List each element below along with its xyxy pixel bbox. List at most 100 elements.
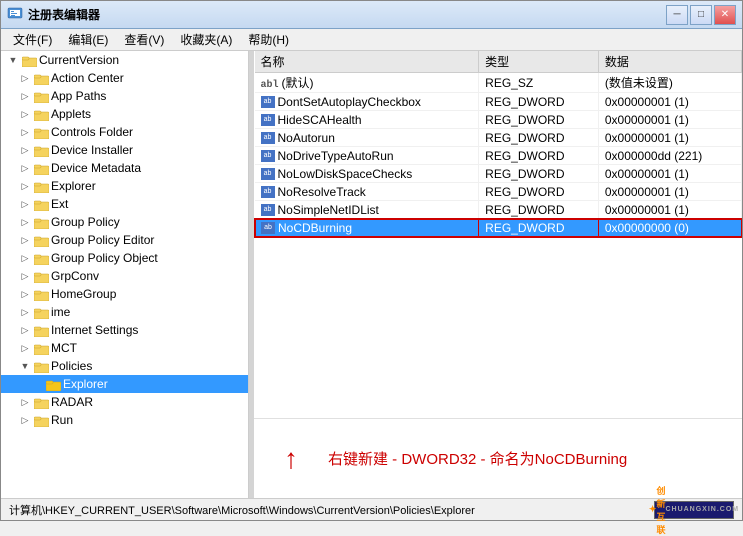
tree-item-grpconv[interactable]: ▷ GrpConv xyxy=(1,267,248,285)
tree-label: RADAR xyxy=(51,395,93,409)
title-bar: 注册表编辑器 ─ □ ✕ xyxy=(1,1,742,29)
folder-icon xyxy=(33,215,49,229)
row-data: (数值未设置) xyxy=(598,73,741,93)
window-controls: ─ □ ✕ xyxy=(666,5,736,25)
tree-label: Group Policy xyxy=(51,215,120,229)
expand-icon: ▷ xyxy=(17,178,33,194)
table-row[interactable]: abNoResolveTrack REG_DWORD 0x00000001 (1… xyxy=(255,183,742,201)
table-row[interactable]: abNoDriveTypeAutoRun REG_DWORD 0x000000d… xyxy=(255,147,742,165)
tree-item-ime[interactable]: ▷ ime xyxy=(1,303,248,321)
table-row[interactable]: abNoSimpleNetIDList REG_DWORD 0x00000001… xyxy=(255,201,742,219)
values-table: 名称 类型 数据 abl(默认) REG_SZ (数值未设置) xyxy=(254,51,742,237)
tree-label: Ext xyxy=(51,197,68,211)
table-row[interactable]: abHideSCAHealth REG_DWORD 0x00000001 (1) xyxy=(255,111,742,129)
tree-item-group-policy-object[interactable]: ▷ Group Policy Object xyxy=(1,249,248,267)
folder-icon xyxy=(33,107,49,121)
row-name: abNoCDBurning xyxy=(255,219,479,237)
row-name: abNoAutorun xyxy=(255,129,479,147)
table-row[interactable]: abNoLowDiskSpaceChecks REG_DWORD 0x00000… xyxy=(255,165,742,183)
row-data: 0x00000001 (1) xyxy=(598,129,741,147)
tree-label: Run xyxy=(51,413,73,427)
registry-table[interactable]: 名称 类型 数据 abl(默认) REG_SZ (数值未设置) xyxy=(254,51,742,418)
tree-item-device-metadata[interactable]: ▷ Device Metadata xyxy=(1,159,248,177)
folder-icon xyxy=(33,413,49,427)
menu-view[interactable]: 查看(V) xyxy=(116,29,172,50)
menu-help[interactable]: 帮助(H) xyxy=(240,29,297,50)
minimize-button[interactable]: ─ xyxy=(666,5,688,25)
main-content: ▼ CurrentVersion ▷ Acti xyxy=(1,51,742,498)
folder-icon xyxy=(33,197,49,211)
tree-label: Group Policy Object xyxy=(51,251,158,265)
tree-label: Device Metadata xyxy=(51,161,141,175)
row-data: 0x00000000 (0) xyxy=(598,219,741,237)
tree-item-explorer[interactable]: ▷ Explorer xyxy=(1,177,248,195)
folder-icon xyxy=(33,125,49,139)
expand-icon: ▷ xyxy=(17,394,33,410)
row-data: 0x00000001 (1) xyxy=(598,111,741,129)
menu-bar: 文件(F) 编辑(E) 查看(V) 收藏夹(A) 帮助(H) xyxy=(1,29,742,51)
row-type: REG_DWORD xyxy=(479,183,599,201)
annotation-text: 右键新建 - DWORD32 - 命名为NoCDBurning xyxy=(328,448,627,469)
tree-item-applets[interactable]: ▷ Applets xyxy=(1,105,248,123)
table-row[interactable]: abNoAutorun REG_DWORD 0x00000001 (1) xyxy=(255,129,742,147)
table-row[interactable]: abl(默认) REG_SZ (数值未设置) xyxy=(255,73,742,93)
expand-icon: ▷ xyxy=(17,106,33,122)
menu-edit[interactable]: 编辑(E) xyxy=(60,29,116,50)
row-data: 0x000000dd (221) xyxy=(598,147,741,165)
tree-item-run[interactable]: ▷ Run xyxy=(1,411,248,429)
row-type: REG_SZ xyxy=(479,73,599,93)
tree-item-policies[interactable]: ▼ Policies xyxy=(1,357,248,375)
tree-item-homegroup[interactable]: ▷ HomeGroup xyxy=(1,285,248,303)
row-data: 0x00000001 (1) xyxy=(598,165,741,183)
tree-item-current-version[interactable]: ▼ CurrentVersion xyxy=(1,51,248,69)
folder-icon xyxy=(33,233,49,247)
row-name: abl(默认) xyxy=(255,73,479,93)
menu-favorites[interactable]: 收藏夹(A) xyxy=(172,29,240,50)
table-row-selected[interactable]: abNoCDBurning REG_DWORD 0x00000000 (0) xyxy=(255,219,742,237)
right-panel: 名称 类型 数据 abl(默认) REG_SZ (数值未设置) xyxy=(254,51,742,498)
row-data: 0x00000001 (1) xyxy=(598,93,741,111)
tree-item-device-installer[interactable]: ▷ Device Installer xyxy=(1,141,248,159)
tree-label: Policies xyxy=(51,359,92,373)
tree-item-explorer-sub[interactable]: Explorer xyxy=(1,375,248,393)
maximize-button[interactable]: □ xyxy=(690,5,712,25)
folder-icon xyxy=(21,53,37,67)
tree-item-action-center[interactable]: ▷ Action Center xyxy=(1,69,248,87)
expand-icon: ▷ xyxy=(17,286,33,302)
expand-icon: ▷ xyxy=(17,70,33,86)
folder-icon xyxy=(33,89,49,103)
expand-icon: ▷ xyxy=(17,196,33,212)
row-name: abNoResolveTrack xyxy=(255,183,479,201)
expand-icon: ▷ xyxy=(17,322,33,338)
menu-file[interactable]: 文件(F) xyxy=(5,29,60,50)
tree-label: HomeGroup xyxy=(51,287,116,301)
tree-item-internet-settings[interactable]: ▷ Internet Settings xyxy=(1,321,248,339)
tree-item-mct[interactable]: ▷ MCT xyxy=(1,339,248,357)
tree-item-app-paths[interactable]: ▷ App Paths xyxy=(1,87,248,105)
tree-panel[interactable]: ▼ CurrentVersion ▷ Acti xyxy=(1,51,249,498)
row-type: REG_DWORD xyxy=(479,147,599,165)
expand-icon: ▷ xyxy=(17,412,33,428)
tree-item-radar[interactable]: ▷ RADAR xyxy=(1,393,248,411)
folder-icon xyxy=(33,179,49,193)
row-type: REG_DWORD xyxy=(479,165,599,183)
row-name: abNoSimpleNetIDList xyxy=(255,201,479,219)
row-name: abHideSCAHealth xyxy=(255,111,479,129)
annotation-area: ↑ 右键新建 - DWORD32 - 命名为NoCDBurning xyxy=(254,418,742,498)
table-row[interactable]: abDontSetAutoplayCheckbox REG_DWORD 0x00… xyxy=(255,93,742,111)
tree-label: App Paths xyxy=(51,89,106,103)
registry-editor-window: 注册表编辑器 ─ □ ✕ 文件(F) 编辑(E) 查看(V) 收藏夹(A) 帮助… xyxy=(0,0,743,521)
col-name: 名称 xyxy=(255,51,479,73)
window-title: 注册表编辑器 xyxy=(28,6,666,23)
expand-icon: ▷ xyxy=(17,304,33,320)
folder-icon xyxy=(33,287,49,301)
tree-item-controls-folder[interactable]: ▷ Controls Folder xyxy=(1,123,248,141)
row-data: 0x00000001 (1) xyxy=(598,201,741,219)
tree-item-ext[interactable]: ▷ Ext xyxy=(1,195,248,213)
close-button[interactable]: ✕ xyxy=(714,5,736,25)
tree-item-group-policy[interactable]: ▷ Group Policy xyxy=(1,213,248,231)
tree-item-group-policy-editor[interactable]: ▷ Group Policy Editor xyxy=(1,231,248,249)
row-type: REG_DWORD xyxy=(479,129,599,147)
tree-label: Action Center xyxy=(51,71,124,85)
app-icon xyxy=(7,7,23,23)
